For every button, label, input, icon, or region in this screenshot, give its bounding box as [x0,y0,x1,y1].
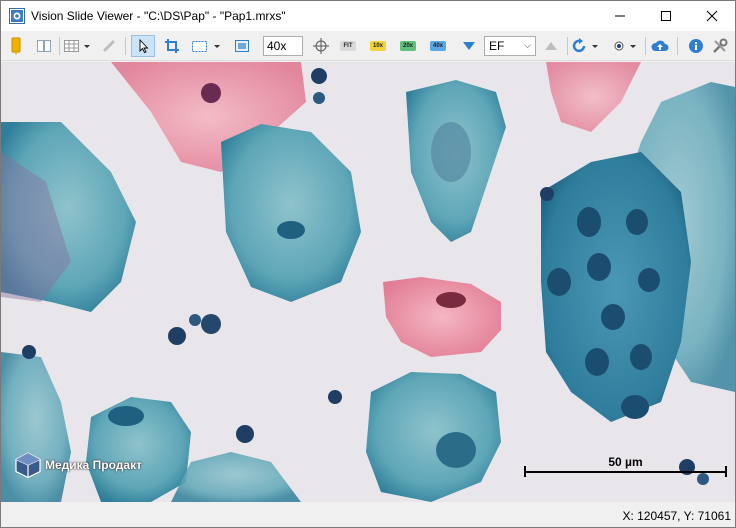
toolbar: FIT 10x 20x 40x EF ⌵ [1,31,735,61]
maximize-button[interactable] [643,1,689,31]
settings-button[interactable] [709,35,731,57]
scale-bar: 50 µm [524,455,727,477]
rotate-dropdown-button[interactable] [571,35,603,57]
triangle-up-icon [545,42,557,50]
region-dropdown-button[interactable] [189,35,225,57]
snapshot-button[interactable] [231,35,253,57]
zoom-10x-button[interactable]: 10x [367,35,389,57]
status-bar: X: 120457, Y: 71061 [1,502,735,527]
zoom-40x-label: 40x [430,41,446,51]
maximize-icon [661,11,671,21]
zoom-10x-label: 10x [370,41,386,51]
crosshair-icon [313,38,329,54]
tools-icon [713,38,728,53]
zoom-input[interactable] [263,36,303,56]
zoom-40x-button[interactable]: 40x [427,35,449,57]
record-dropdown-button[interactable] [611,35,641,57]
vendor-logo-text: Медика Продакт [45,458,142,472]
minimize-button[interactable] [597,1,643,31]
triangle-down-icon [463,42,475,50]
chevron-down-icon: ⌵ [524,40,531,50]
focus-up-button[interactable] [541,35,561,57]
cloud-upload-icon [651,40,669,51]
split-view-button[interactable] [33,35,55,57]
app-window: Vision Slide Viewer - "C:\DS\Pap" - "Pap… [0,0,736,528]
scale-bar-line [524,471,727,473]
link-icon [103,40,115,52]
region-select-icon [192,41,220,52]
focus-layer-value: EF [489,39,505,53]
record-icon [614,41,636,51]
slide-tray-icon [11,37,21,55]
vendor-logo: Медика Продакт [15,452,142,478]
window-title: Vision Slide Viewer - "C:\DS\Pap" - "Pap… [31,9,286,23]
fit-button[interactable]: FIT [337,35,359,57]
focus-layer-select[interactable]: EF ⌵ [484,36,536,56]
slide-tray-button[interactable] [7,35,25,57]
info-button[interactable] [685,35,707,57]
zoom-20x-button[interactable]: 20x [397,35,419,57]
select-tool-button[interactable] [131,35,155,57]
focus-down-button[interactable] [459,35,479,57]
zoom-20x-label: 20x [400,41,416,51]
close-icon [706,10,718,22]
upload-button[interactable] [649,35,671,57]
scale-bar-tick-right [725,466,727,477]
cursor-coordinates: X: 120457, Y: 71061 [622,509,731,523]
rotate-icon [572,38,598,53]
title-bar: Vision Slide Viewer - "C:\DS\Pap" - "Pap… [1,1,735,31]
cursor-arrow-icon [139,38,149,54]
fit-label: FIT [340,41,356,51]
info-icon [689,39,703,53]
slide-image [1,62,735,502]
cube-logo-icon [15,452,41,478]
center-target-button[interactable] [311,35,331,57]
grid-dropdown-button[interactable] [63,35,93,57]
close-button[interactable] [689,1,735,31]
crop-icon [165,39,179,53]
grid-icon [64,40,90,52]
minimize-icon [615,15,625,17]
screenshot-icon [235,40,249,52]
split-view-icon [37,40,51,52]
slide-viewport[interactable]: Медика Продакт 50 µm [1,62,735,502]
link-button[interactable] [99,35,119,57]
scale-bar-label: 50 µm [608,455,643,469]
app-icon [9,8,25,24]
crop-tool-button[interactable] [161,35,183,57]
